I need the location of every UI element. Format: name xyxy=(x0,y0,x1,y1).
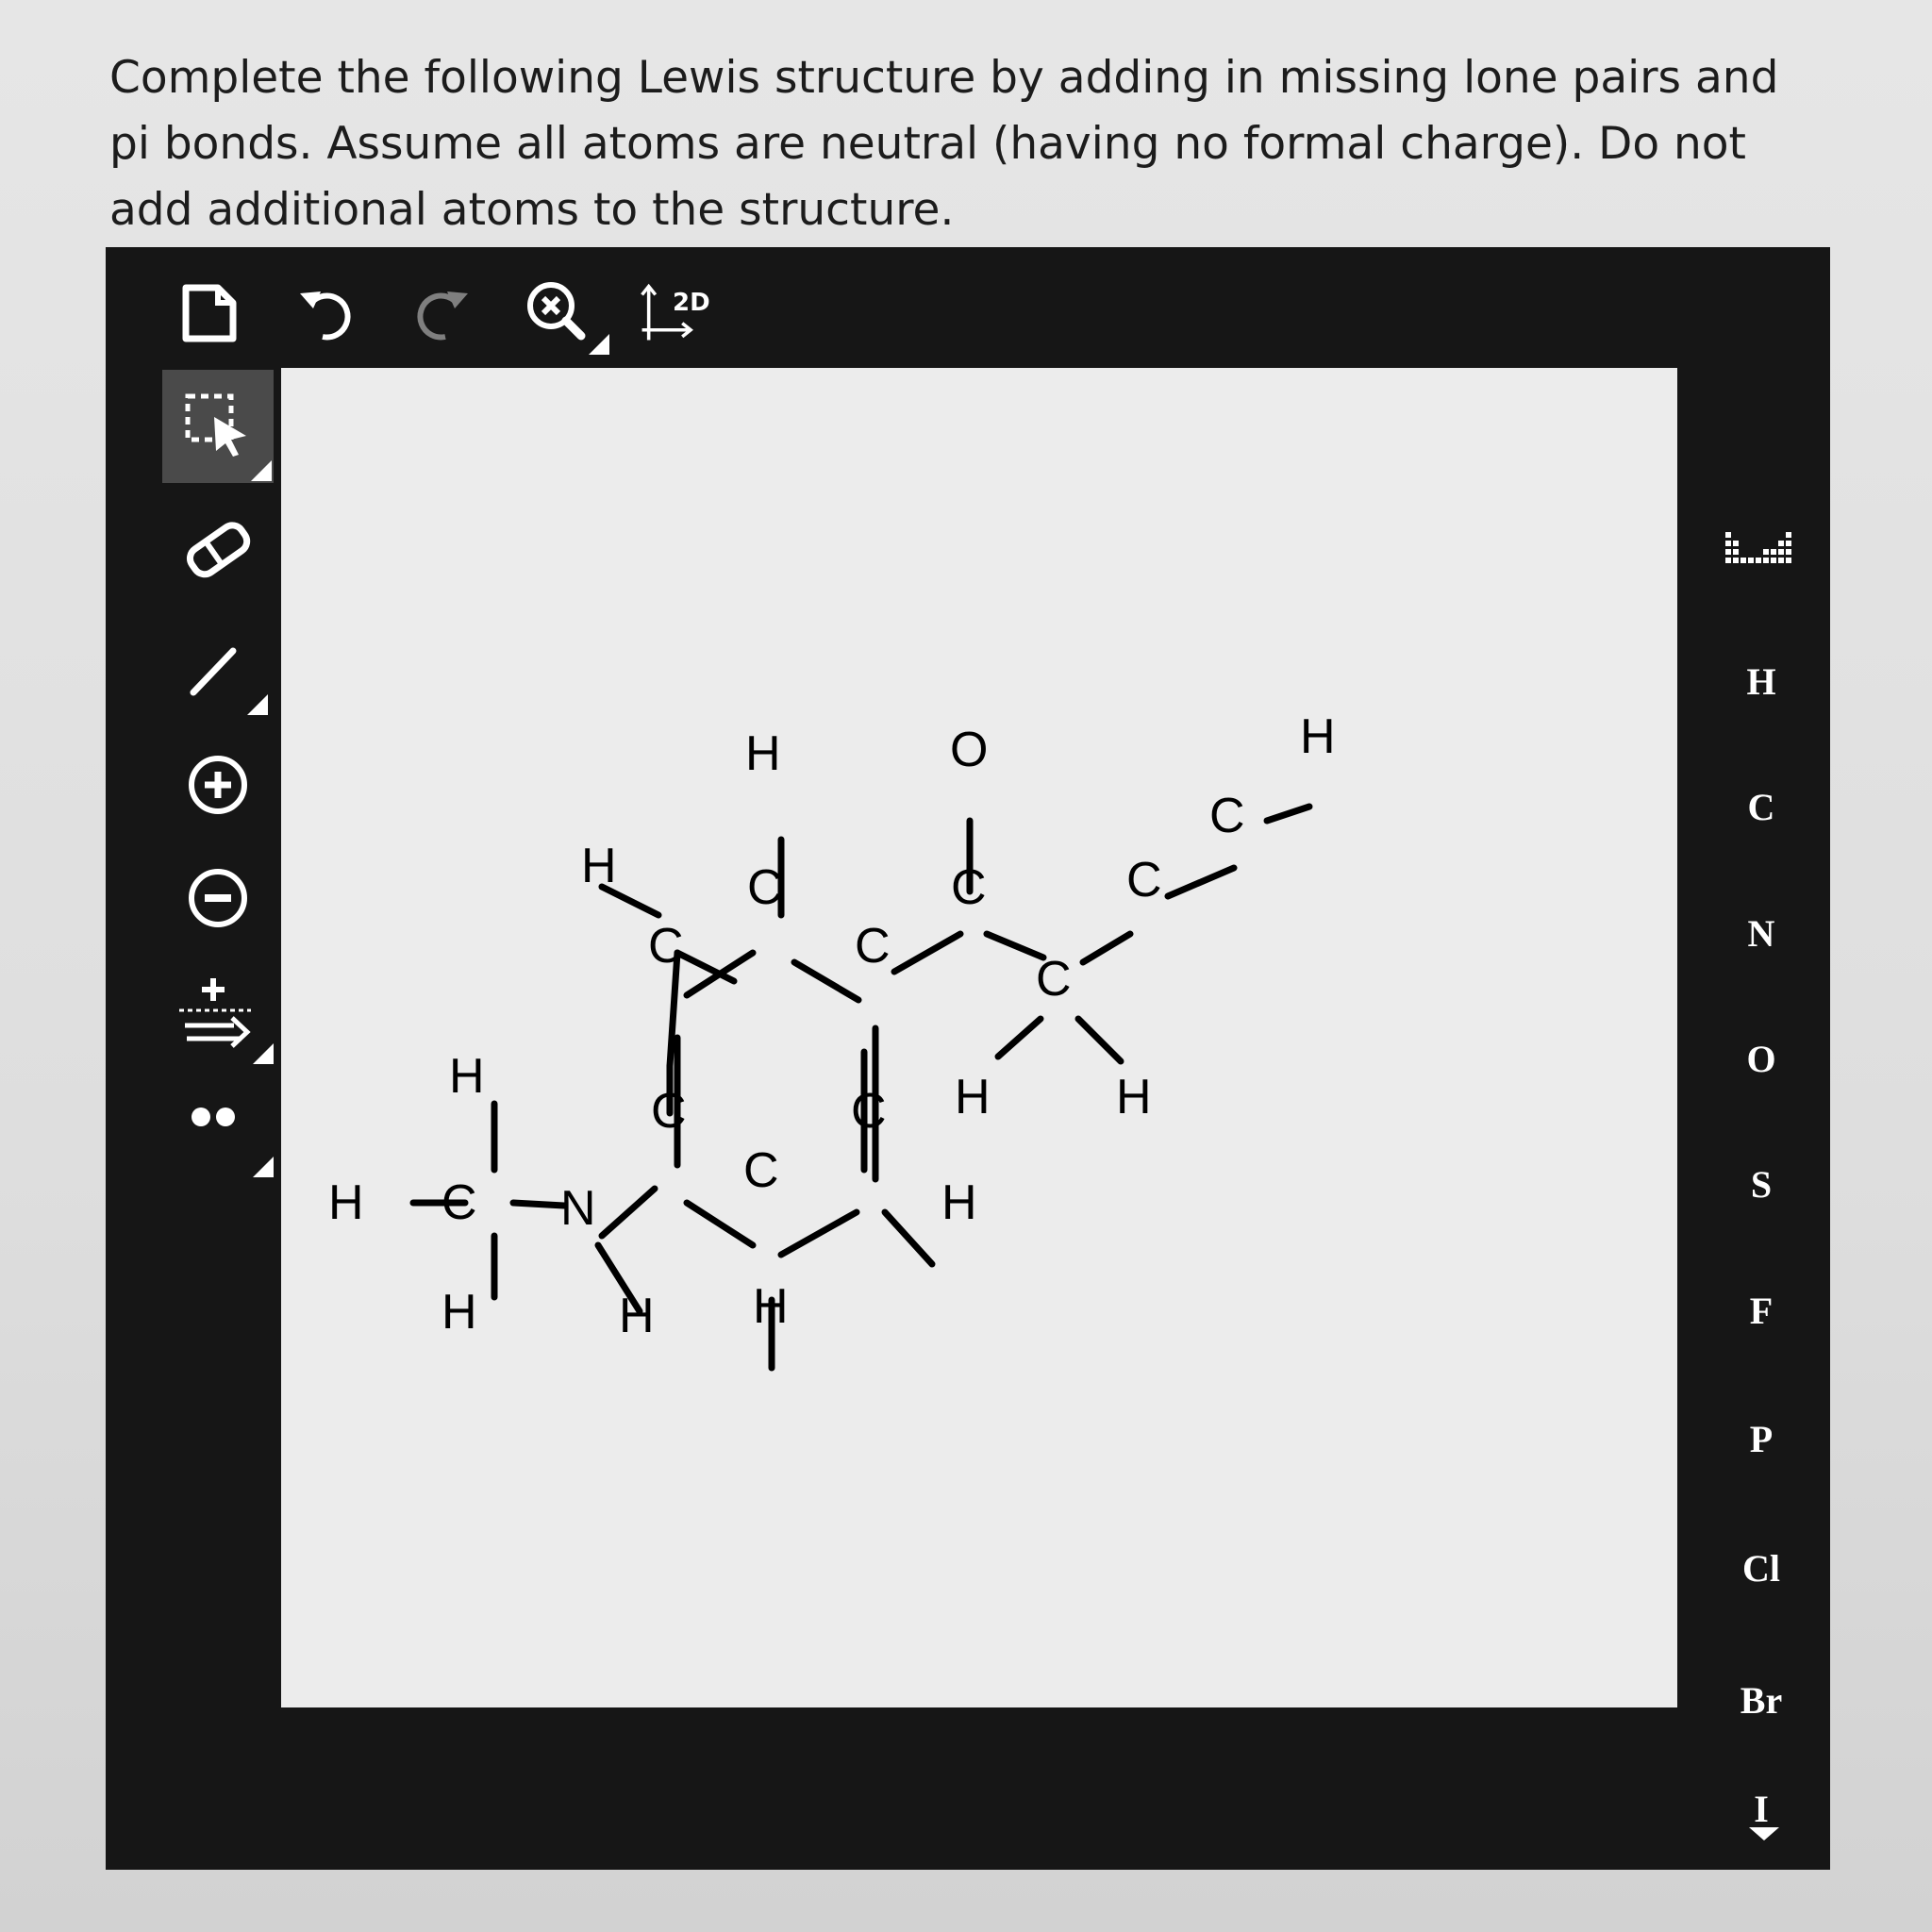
atom-label: N xyxy=(560,1181,596,1236)
redo-icon xyxy=(417,291,468,341)
bond-tool[interactable] xyxy=(162,615,274,728)
reaction-arrow-icon xyxy=(179,978,251,1048)
question-text: Complete the following Lewis structure b… xyxy=(109,52,1779,236)
element-br-button[interactable]: Br xyxy=(1700,1657,1823,1742)
eraser-icon xyxy=(186,522,251,578)
charge-plus-tool[interactable] xyxy=(162,728,274,841)
atom-label: H xyxy=(441,1285,477,1340)
atom-label: C xyxy=(743,1143,779,1198)
left-toolbar xyxy=(162,370,274,1596)
bond-options-indicator xyxy=(247,694,268,715)
arrow-options-indicator xyxy=(253,1043,274,1064)
atom-label: C xyxy=(441,1175,477,1230)
atom-label: C xyxy=(648,919,684,974)
lone-pair-options-indicator xyxy=(253,1157,274,1177)
element-cl-button[interactable]: Cl xyxy=(1700,1525,1823,1610)
atom-label: H xyxy=(955,1070,991,1124)
atom-label: C xyxy=(747,860,783,915)
atom-label: H xyxy=(449,1049,485,1104)
minus-circle-icon xyxy=(189,869,247,927)
more-elements-arrow-icon[interactable] xyxy=(1749,1827,1779,1840)
molecule-structure: O H H C C H C C C C C H H H C C H C N C … xyxy=(328,709,1336,1372)
atom-label: C xyxy=(1209,789,1245,843)
element-s-button[interactable]: S xyxy=(1700,1141,1823,1226)
selection-arrow-icon xyxy=(185,393,246,457)
new-document-icon xyxy=(182,284,237,342)
periodic-table-button[interactable] xyxy=(1700,511,1823,587)
atom-label: O xyxy=(950,723,988,777)
molecule-editor: 2D O H H C C H C C C C C H H H C C H C N… xyxy=(106,247,1830,1870)
atom-label: H xyxy=(619,1289,655,1343)
element-toolbar: H C N O S F P Cl Br I xyxy=(1700,370,1823,1841)
element-h-button[interactable]: H xyxy=(1700,639,1823,724)
clean-2d-label: 2D xyxy=(673,289,710,317)
atom-label: C xyxy=(851,1084,887,1139)
atom-label: H xyxy=(753,1279,789,1334)
select-tool[interactable] xyxy=(162,370,274,483)
plus-circle-icon xyxy=(189,756,247,814)
element-p-button[interactable]: P xyxy=(1700,1396,1823,1481)
top-toolbar: 2D xyxy=(172,247,1775,370)
element-n-button[interactable]: N xyxy=(1700,891,1823,975)
atom-labels: O H H C C H C C C C C H H H C C H C N C … xyxy=(328,709,1336,1343)
atom-label: C xyxy=(1036,952,1072,1007)
redo-button[interactable] xyxy=(403,275,478,351)
charge-minus-tool[interactable] xyxy=(162,841,274,955)
atom-label: H xyxy=(745,726,781,781)
select-options-indicator xyxy=(251,460,272,481)
atom-label: H xyxy=(941,1175,977,1230)
undo-button[interactable] xyxy=(290,275,365,351)
element-o-button[interactable]: O xyxy=(1700,1016,1823,1101)
lone-pair-icon xyxy=(192,1108,235,1126)
atom-label: C xyxy=(951,860,987,915)
zoom-options-indicator xyxy=(589,334,609,355)
atom-label: H xyxy=(1116,1070,1152,1124)
atom-label: H xyxy=(1300,709,1336,764)
zoom-clear-icon xyxy=(527,282,586,341)
reaction-arrow-tool[interactable] xyxy=(162,955,274,1068)
periodic-table-icon xyxy=(1725,532,1791,563)
element-f-button[interactable]: F xyxy=(1700,1268,1823,1353)
atom-label: C xyxy=(855,919,891,974)
atom-label: H xyxy=(328,1175,364,1230)
zoom-clear-button[interactable] xyxy=(521,275,609,355)
atom-label: C xyxy=(651,1084,687,1139)
erase-tool[interactable] xyxy=(162,492,274,606)
single-bond-icon xyxy=(190,647,237,696)
undo-icon xyxy=(300,291,351,341)
new-document-button[interactable] xyxy=(172,275,247,351)
drawing-canvas[interactable]: O H H C C H C C C C C H H H C C H C N C … xyxy=(281,368,1677,1707)
page: Complete the following Lewis structure b… xyxy=(0,0,1932,1932)
atom-label: C xyxy=(1126,853,1162,908)
element-c-button[interactable]: C xyxy=(1700,764,1823,849)
atom-label: H xyxy=(581,839,617,893)
clean-2d-button[interactable]: 2D xyxy=(639,275,714,351)
lone-pair-tool[interactable] xyxy=(162,1068,274,1181)
